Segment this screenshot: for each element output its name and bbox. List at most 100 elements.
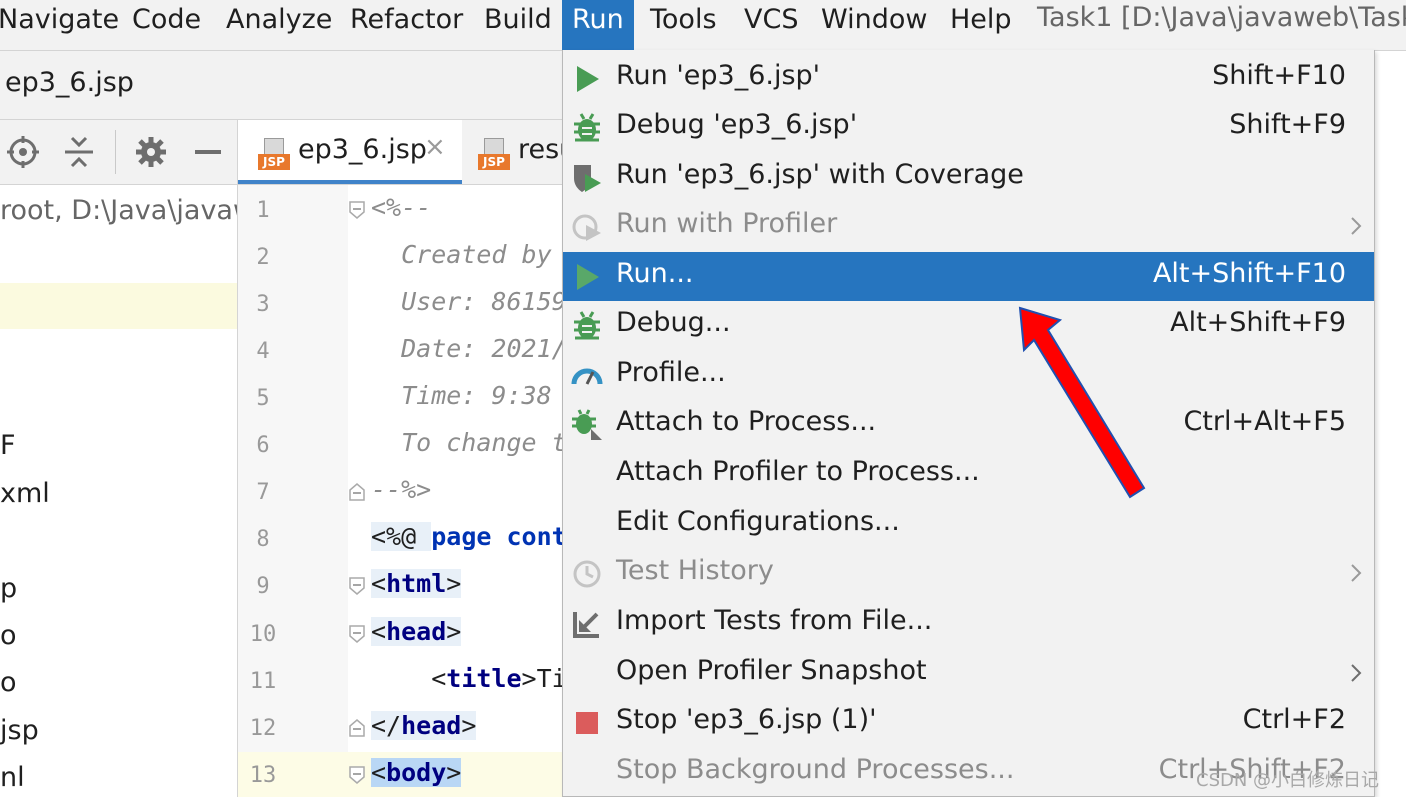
code-line-4: Date: 2021/ [371, 334, 563, 363]
menu-tools[interactable]: Tools [650, 0, 717, 50]
line-number: 2 [256, 245, 270, 270]
menu-item-attach-to-process[interactable]: Attach to Process... Ctrl+Alt+F5 [563, 400, 1374, 449]
menu-item-label: Attach Profiler to Process... [616, 456, 980, 487]
code-line-1: <%-- [371, 193, 432, 222]
menu-run[interactable]: Run [562, 0, 634, 50]
tree-item[interactable]: o [0, 667, 17, 698]
tree-item[interactable]: o [0, 620, 17, 651]
profiler-icon [572, 214, 601, 241]
import-icon [573, 612, 599, 638]
fold-marker-icon[interactable] [348, 765, 366, 785]
menu-item-shortcut: Alt+Shift+F10 [1152, 258, 1346, 289]
menu-item-test-history[interactable]: Test History [563, 549, 1374, 598]
locate-icon[interactable] [5, 134, 41, 170]
menu-item-shortcut: Ctrl+F2 [1242, 704, 1346, 735]
code-line-7: --%> [371, 475, 432, 504]
submenu-arrow-icon [1351, 564, 1362, 582]
menu-build[interactable]: Build [484, 0, 552, 50]
menu-item-profile[interactable]: Profile... [563, 351, 1374, 400]
menu-analyze[interactable]: Analyze [226, 0, 332, 50]
menu-item-run-dialog[interactable]: Run... Alt+Shift+F10 [563, 252, 1374, 301]
menu-item-run-file[interactable]: Run 'ep3_6.jsp' Shift+F10 [563, 54, 1374, 103]
menu-window[interactable]: Window [821, 0, 927, 50]
menu-item-label: Run 'ep3_6.jsp' [616, 60, 821, 91]
profile-gauge-icon [571, 368, 603, 385]
menu-vcs[interactable]: VCS [744, 0, 798, 50]
gear-icon[interactable] [133, 134, 169, 170]
menu-item-label: Run 'ep3_6.jsp' with Coverage [616, 159, 1024, 190]
menu-item-label: Open Profiler Snapshot [616, 655, 927, 686]
menu-item-label: Stop Background Processes... [616, 754, 1015, 785]
code-line-8: <%@ page cont [371, 522, 563, 551]
tree-root-node[interactable]: root, D:\Java\javaw [0, 195, 237, 226]
code-line-11: <title>Ti [371, 664, 563, 693]
menu-item-attach-profiler[interactable]: Attach Profiler to Process... [563, 450, 1374, 499]
stop-icon [576, 712, 598, 734]
submenu-arrow-icon [1351, 217, 1362, 235]
debug-icon [574, 113, 600, 142]
navigation-bar: ep3_6.jsp [0, 51, 563, 120]
code-editor[interactable]: 1 2 3 4 5 6 7 8 9 10 11 12 13 <%-- Creat… [238, 185, 563, 797]
menu-refactor[interactable]: Refactor [350, 0, 463, 50]
line-number: 5 [256, 386, 270, 411]
project-tree: root, D:\Java\javaw F xml p o o jsp nl [0, 185, 238, 797]
project-toolbar [0, 120, 238, 185]
menu-help[interactable]: Help [950, 0, 1012, 50]
line-number: 12 [249, 716, 277, 741]
submenu-arrow-icon [1351, 664, 1362, 682]
tree-item[interactable]: jsp [0, 715, 39, 746]
tab-result-jsp[interactable]: JSP resu [462, 120, 563, 184]
line-number: 6 [256, 433, 270, 458]
run-icon [577, 264, 599, 290]
tree-item[interactable]: F [0, 430, 16, 461]
menu-item-debug-dialog[interactable]: Debug... Alt+Shift+F9 [563, 301, 1374, 350]
breadcrumb-file[interactable]: ep3_6.jsp [5, 67, 134, 98]
menu-bar: Navigate Code Analyze Refactor Build Run… [0, 0, 1406, 51]
fold-marker-icon[interactable] [348, 718, 366, 738]
code-line-2: Created by [371, 240, 552, 269]
run-menu-popup: Run 'ep3_6.jsp' Shift+F10 Debug 'ep3_6.j… [562, 50, 1375, 797]
menu-navigate[interactable]: Navigate [0, 0, 119, 50]
line-number: 3 [256, 292, 270, 317]
line-number: 8 [256, 527, 270, 552]
tree-item[interactable]: xml [0, 478, 50, 509]
jsp-file-icon: JSP [478, 138, 510, 172]
watermark: CSDN @小白修炼日记 [1196, 770, 1380, 791]
coverage-icon [574, 165, 601, 192]
menu-item-debug-file[interactable]: Debug 'ep3_6.jsp' Shift+F9 [563, 103, 1374, 152]
fold-marker-icon[interactable] [348, 200, 366, 220]
tree-selection-highlight [0, 283, 237, 329]
hide-panel-icon[interactable] [190, 134, 226, 170]
menu-item-open-profiler-snapshot[interactable]: Open Profiler Snapshot [563, 649, 1374, 698]
menu-item-edit-configurations[interactable]: Edit Configurations... [563, 500, 1374, 549]
menu-item-stop[interactable]: Stop 'ep3_6.jsp (1)' Ctrl+F2 [563, 698, 1374, 747]
fold-marker-icon[interactable] [348, 624, 366, 644]
menu-item-import-tests[interactable]: Import Tests from File... [563, 599, 1374, 648]
history-clock-icon [573, 560, 601, 588]
line-number: 7 [256, 480, 270, 505]
tree-item[interactable]: nl [0, 762, 25, 793]
menu-item-run-with-profiler[interactable]: Run with Profiler [563, 202, 1374, 251]
collapse-all-icon[interactable] [61, 134, 97, 170]
fold-marker-icon[interactable] [348, 482, 366, 502]
tab-ep3-6-jsp[interactable]: JSP ep3_6.jsp × [238, 120, 462, 184]
menu-item-label: Stop 'ep3_6.jsp (1)' [616, 704, 877, 735]
menu-item-label: Debug... [616, 307, 731, 338]
editor-tab-bar: JSP ep3_6.jsp × JSP resu [238, 120, 563, 185]
annotation-arrow-icon [1018, 306, 1146, 499]
close-icon[interactable]: × [424, 132, 446, 162]
window-title: Task1 [D:\Java\javaweb\Task1 [1037, 2, 1406, 33]
tab-label: resu [518, 134, 563, 165]
toolbar-separator [115, 130, 116, 174]
tree-item[interactable]: p [0, 573, 17, 604]
fold-marker-icon[interactable] [348, 576, 366, 596]
line-number: 11 [249, 669, 277, 694]
menu-item-label: Profile... [616, 357, 726, 388]
line-number: 9 [256, 574, 270, 599]
attach-debugger-icon [572, 409, 602, 440]
code-line-9: <html> [371, 569, 462, 598]
menu-item-run-with-coverage[interactable]: Run 'ep3_6.jsp' with Coverage [563, 153, 1374, 202]
line-number: 10 [249, 622, 277, 647]
menu-code[interactable]: Code [132, 0, 201, 50]
line-number: 4 [256, 339, 270, 364]
